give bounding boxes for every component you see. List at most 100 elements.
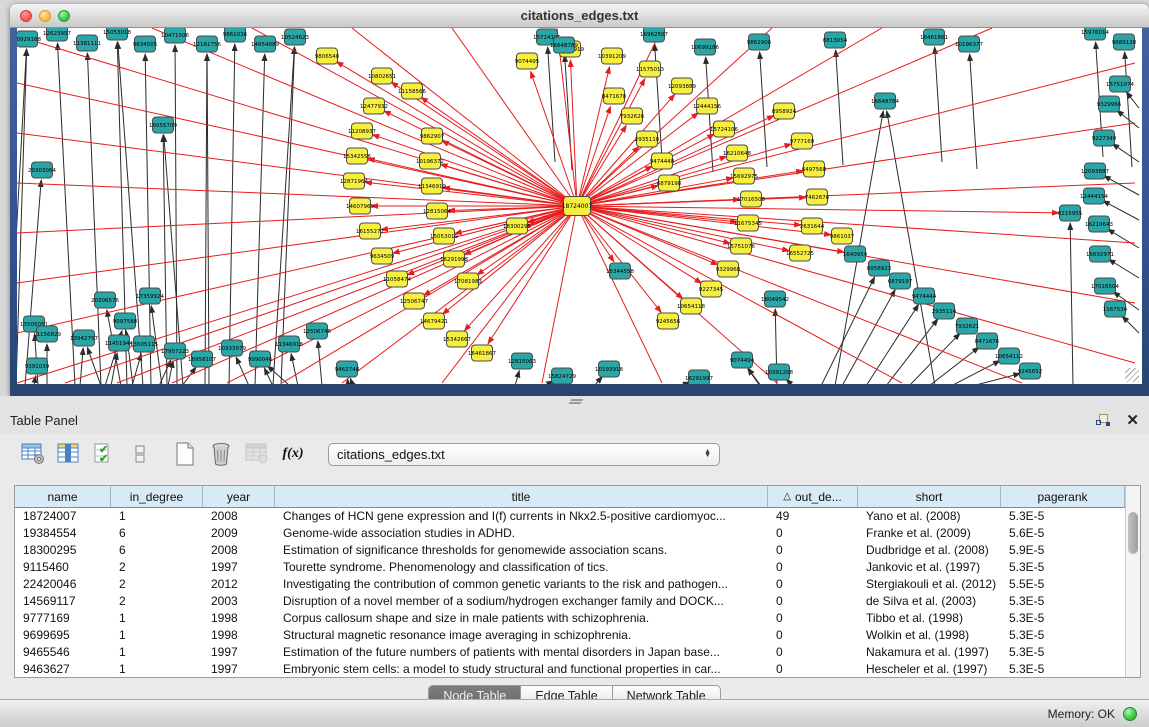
table-cell-short[interactable]: Tibbo et al. (1998) (858, 610, 1001, 627)
table-cell-in_degree[interactable]: 1 (111, 627, 203, 644)
table-cell-short[interactable]: Nakamura et al. (1997) (858, 644, 1001, 661)
table-cell-title[interactable]: Investigating the contribution of common… (275, 576, 768, 593)
network-node[interactable]: 6879197 (888, 273, 913, 289)
memory-ok-indicator-icon[interactable] (1123, 707, 1137, 721)
row-height-button[interactable] (126, 440, 156, 468)
network-node[interactable]: 17016508 (737, 191, 765, 207)
column-header-short[interactable]: short (858, 486, 1001, 507)
panel-splitter[interactable] (0, 396, 1149, 407)
table-cell-title[interactable]: Changes of HCN gene expression and I(f) … (275, 508, 768, 525)
network-node[interactable]: 10524623 (281, 29, 309, 45)
network-node[interactable]: 16155272 (356, 223, 384, 239)
table-cell-out_degree[interactable]: 0 (768, 525, 858, 542)
column-header-title[interactable]: title (275, 486, 768, 507)
network-node[interactable]: 16461861 (920, 29, 948, 45)
network-node[interactable]: 12815064 (423, 203, 451, 219)
network-node[interactable]: 11346918 (275, 336, 303, 352)
network-node[interactable]: 18724007 (562, 197, 593, 216)
float-panel-icon[interactable] (1096, 414, 1112, 428)
network-node[interactable]: 10196377 (955, 36, 983, 52)
network-node[interactable]: 17957223 (161, 343, 189, 359)
table-cell-year[interactable]: 2008 (203, 508, 275, 525)
table-cell-short[interactable]: Stergiakouli et al. (2012) (858, 576, 1001, 593)
network-node[interactable]: 16648784 (871, 93, 899, 109)
network-node[interactable]: 15976014 (1081, 28, 1109, 40)
network-node[interactable]: 11058474 (383, 271, 411, 287)
network-node[interactable]: 9634505 (133, 36, 158, 52)
column-header-year[interactable]: year (203, 486, 275, 507)
network-node[interactable]: 15751076 (727, 238, 755, 254)
network-node[interactable]: 1167534 (1103, 301, 1128, 317)
network-node[interactable]: 7462676 (805, 189, 830, 205)
network-node[interactable]: 14654089 (251, 36, 279, 52)
network-node[interactable]: 9474448 (650, 153, 675, 169)
network-node[interactable]: 10699186 (691, 39, 719, 55)
network-node[interactable]: 9862907 (420, 128, 445, 144)
table-cell-title[interactable]: Embryonic stem cells: a model to study s… (275, 661, 768, 678)
network-node[interactable]: 9074495 (515, 53, 540, 69)
table-row[interactable]: 1872400712008Changes of HCN gene express… (15, 508, 1125, 525)
network-node[interactable]: 16461867 (468, 345, 496, 361)
network-node[interactable]: 10391208 (765, 364, 793, 380)
network-node[interactable]: 11158566 (398, 83, 426, 99)
table-cell-short[interactable]: Wolkin et al. (1998) (858, 627, 1001, 644)
table-cell-short[interactable]: Franke et al. (2009) (858, 525, 1001, 542)
network-node[interactable]: 12161756 (193, 36, 221, 52)
table-row[interactable]: 977716911998Corpus callosum shape and si… (15, 610, 1125, 627)
network-node[interactable]: 7932621 (955, 318, 980, 334)
network-node[interactable]: 16291998 (440, 251, 468, 267)
network-node[interactable]: 10654118 (677, 298, 705, 314)
table-cell-name[interactable]: 9465546 (15, 644, 111, 661)
table-cell-pagerank[interactable]: 5.9E-5 (1001, 542, 1125, 559)
table-cell-year[interactable]: 2008 (203, 542, 275, 559)
column-header-out_degree[interactable]: △out_de... (768, 486, 858, 507)
network-node[interactable]: 10333979 (218, 340, 246, 356)
table-cell-year[interactable]: 2003 (203, 593, 275, 610)
network-node[interactable]: 15692975 (730, 168, 758, 184)
table-cell-year[interactable]: 2009 (203, 525, 275, 542)
table-cell-in_degree[interactable]: 1 (111, 661, 203, 678)
column-header-in_degree[interactable]: in_degree (111, 486, 203, 507)
network-node[interactable]: 12444156 (693, 98, 721, 114)
table-cell-in_degree[interactable]: 6 (111, 542, 203, 559)
network-node[interactable]: 11346919 (418, 178, 446, 194)
network-node[interactable]: 10929168 (17, 31, 41, 47)
network-node[interactable]: 11675345 (734, 215, 762, 231)
table-cell-in_degree[interactable]: 2 (111, 576, 203, 593)
show-column-button[interactable] (54, 440, 84, 468)
network-node[interactable]: 13505115 (130, 336, 158, 352)
table-cell-in_degree[interactable]: 1 (111, 508, 203, 525)
table-cell-pagerank[interactable]: 5.3E-5 (1001, 559, 1125, 576)
table-row[interactable]: 1938455462009Genome-wide association stu… (15, 525, 1125, 542)
network-node[interactable]: 2631644 (800, 218, 825, 234)
network-node[interactable]: 9227349 (1092, 130, 1117, 146)
network-node[interactable]: 9634509 (370, 248, 395, 264)
table-row[interactable]: 946554611997Estimation of the future num… (15, 644, 1125, 661)
network-node[interactable]: 9329968 (716, 261, 741, 277)
network-node[interactable]: 18049542 (761, 291, 789, 307)
table-cell-out_degree[interactable]: 0 (768, 559, 858, 576)
network-node[interactable]: 20303064 (28, 162, 56, 178)
import-table-button[interactable] (242, 440, 272, 468)
canvas-resize-grip-icon[interactable] (1125, 368, 1139, 382)
network-node[interactable]: 16210643 (1085, 216, 1113, 232)
network-node[interactable]: 10193918 (595, 361, 623, 377)
network-node[interactable]: 14607969 (346, 198, 374, 214)
table-cell-title[interactable]: Structural magnetic resonance image aver… (275, 627, 768, 644)
network-node[interactable]: 15342556 (343, 148, 371, 164)
network-node[interactable]: 8471676 (975, 333, 1000, 349)
table-cell-year[interactable]: 1997 (203, 661, 275, 678)
network-node[interactable]: 10196372 (416, 153, 444, 169)
network-node[interactable]: 17359924 (136, 288, 164, 304)
network-node[interactable]: 16552725 (786, 245, 814, 261)
network-node[interactable]: 20206576 (91, 292, 119, 308)
table-cell-out_degree[interactable]: 49 (768, 508, 858, 525)
table-cell-name[interactable]: 19384554 (15, 525, 111, 542)
network-node[interactable]: 10654112 (995, 348, 1023, 364)
table-cell-name[interactable]: 22420046 (15, 576, 111, 593)
network-node[interactable]: 9474444 (912, 288, 937, 304)
table-cell-pagerank[interactable]: 5.3E-5 (1001, 610, 1125, 627)
network-node[interactable]: 10802651 (368, 68, 396, 84)
table-cell-short[interactable]: Dudbridge et al. (2008) (858, 542, 1001, 559)
table-cell-in_degree[interactable]: 2 (111, 559, 203, 576)
